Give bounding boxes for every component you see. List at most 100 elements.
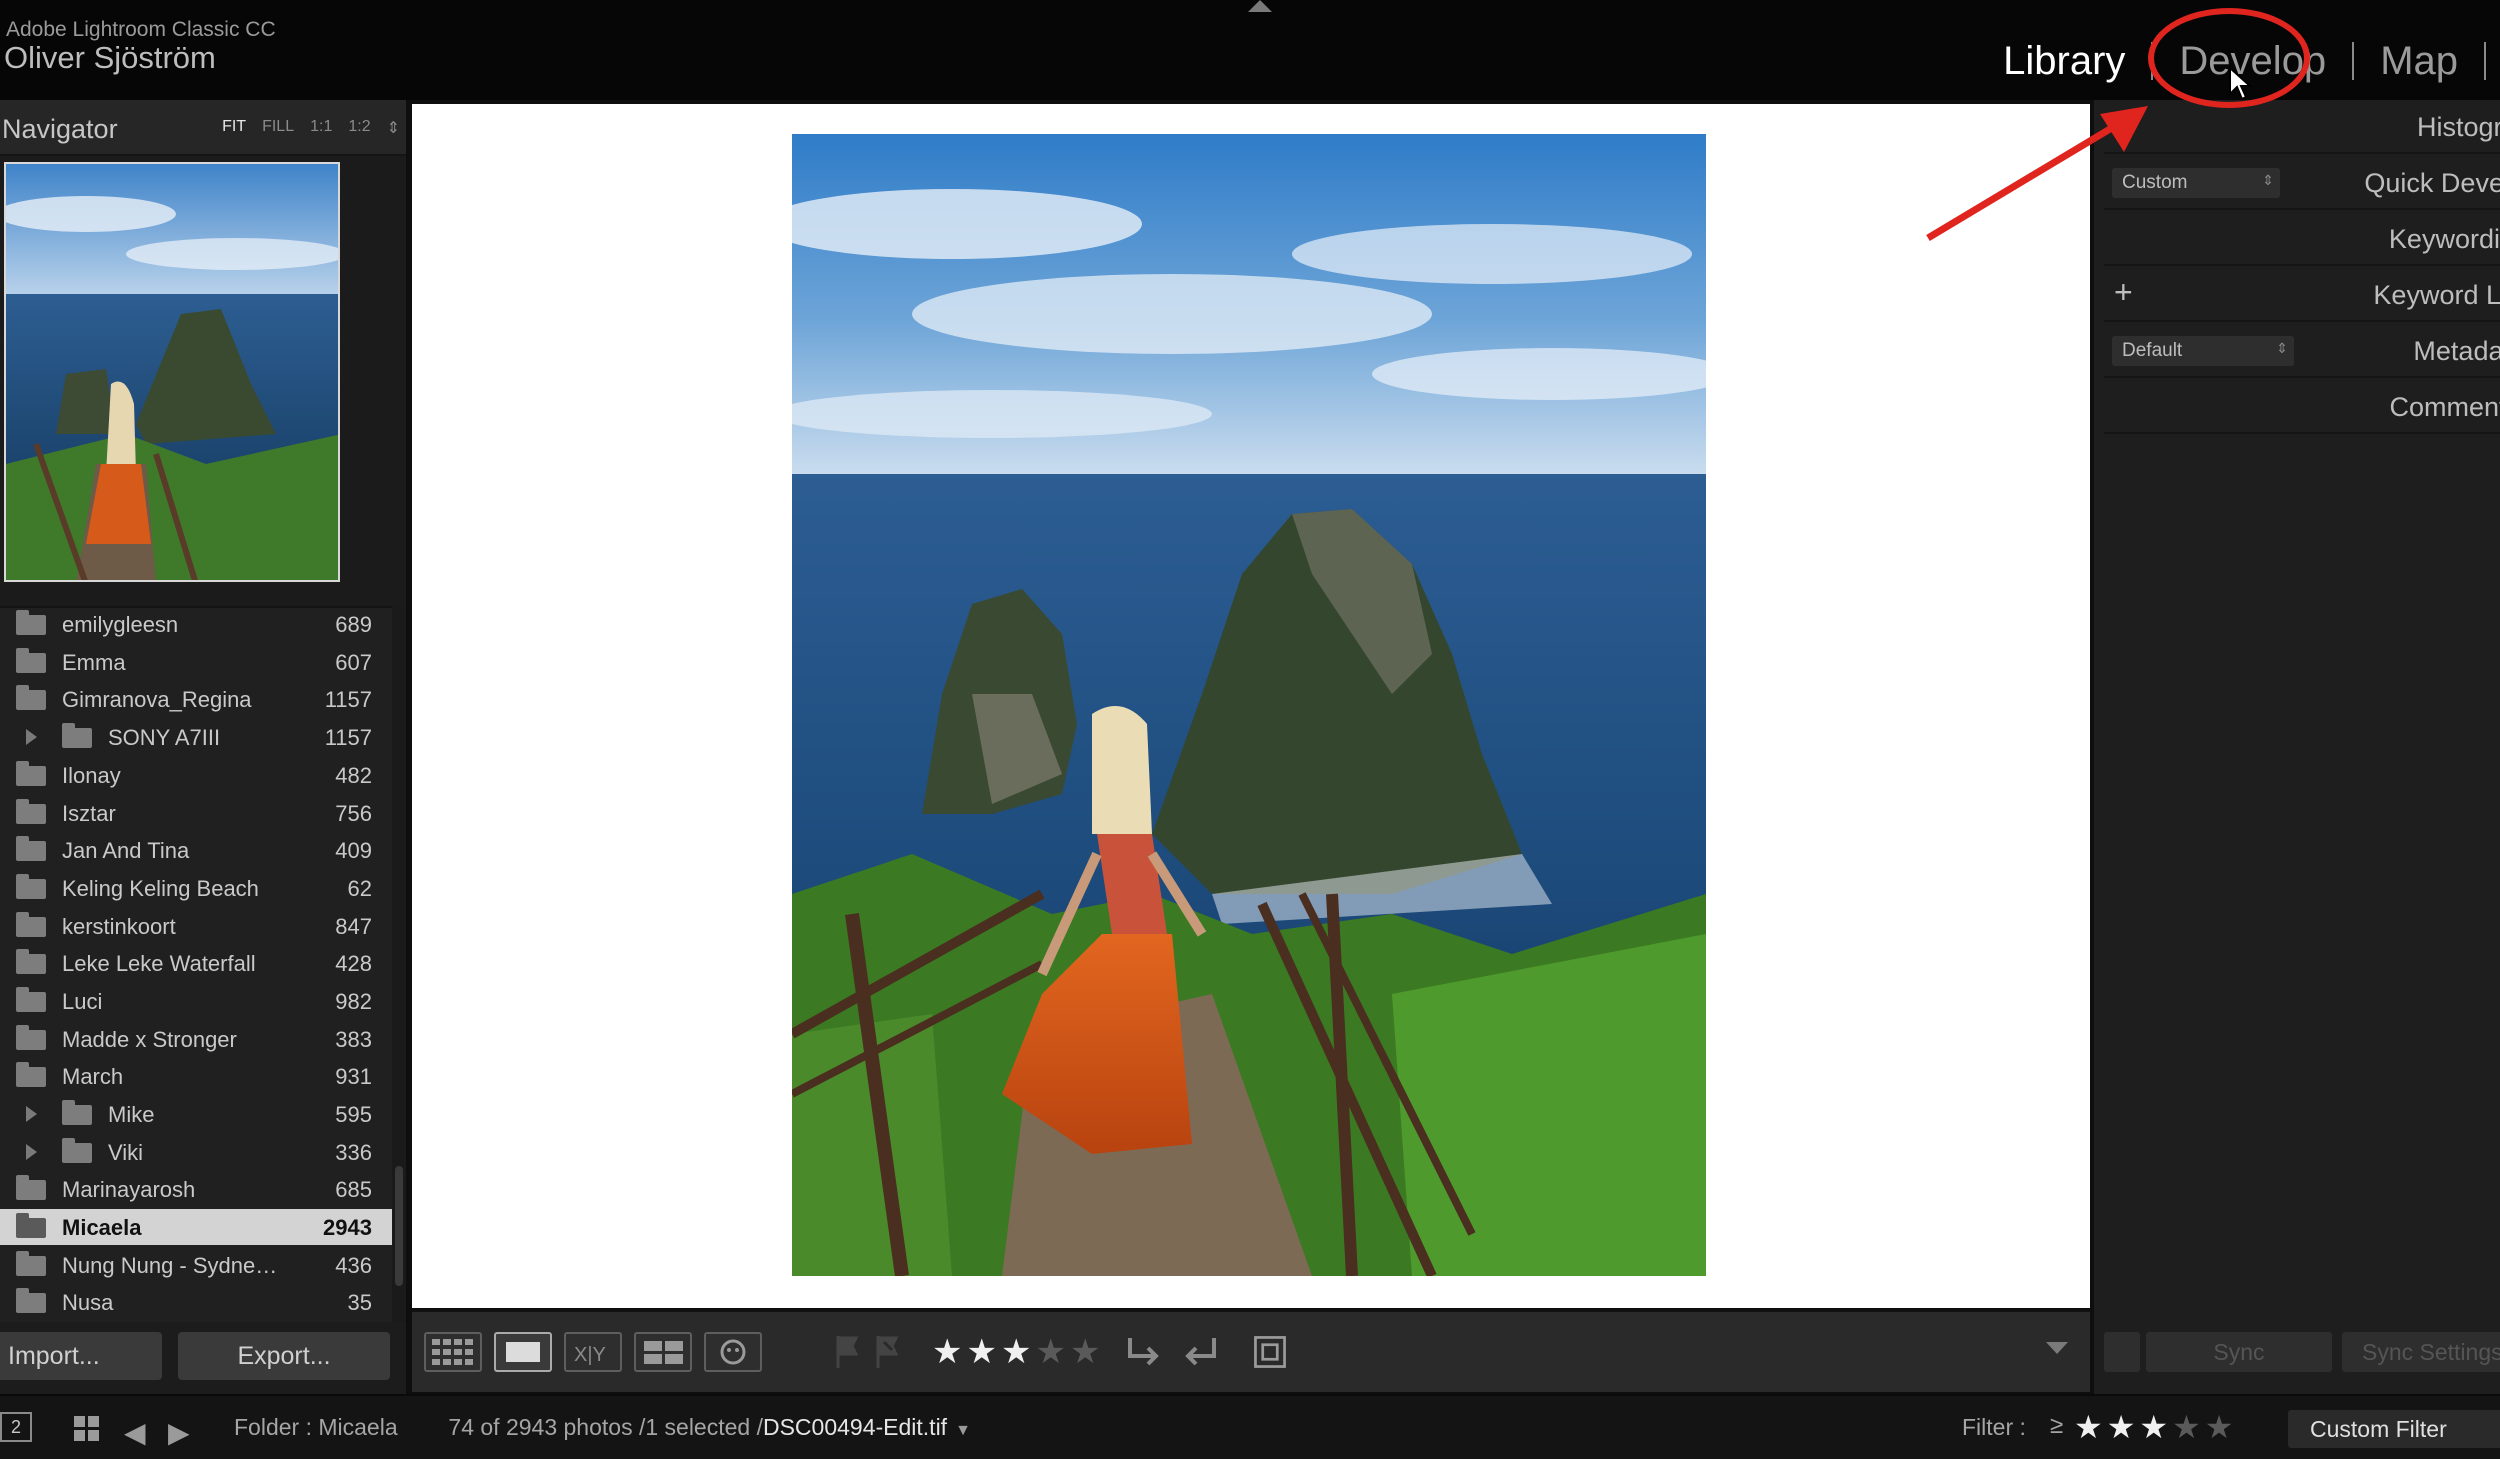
- zoom-fill[interactable]: FILL: [262, 118, 294, 138]
- folder-row[interactable]: kerstinkoort 847: [0, 908, 392, 944]
- export-button[interactable]: Export...: [178, 1332, 390, 1380]
- folder-row[interactable]: Jan And Tina 409: [0, 832, 392, 868]
- folder-row[interactable]: Emma 607: [0, 644, 392, 680]
- filter-label: Filter :: [1962, 1414, 2026, 1440]
- folder-row[interactable]: Nusa 35: [0, 1284, 392, 1320]
- folder-row[interactable]: SONY A7III 1157: [0, 719, 392, 755]
- source-dropdown-icon[interactable]: ▼: [955, 1422, 971, 1439]
- star-empty-icon[interactable]: ★: [1070, 1332, 1100, 1372]
- rating-stars[interactable]: ★ ★ ★ ★ ★: [932, 1332, 1100, 1372]
- grid-icon: [432, 1339, 473, 1365]
- app-name: Adobe Lightroom Classic CC: [6, 18, 276, 41]
- folder-count: 428: [335, 951, 372, 976]
- folder-count: 336: [335, 1140, 372, 1165]
- flag-reject-icon[interactable]: [872, 1332, 902, 1372]
- folder-row[interactable]: Luci 982: [0, 983, 392, 1019]
- folder-count: 62: [347, 876, 372, 901]
- survey-icon: [644, 1341, 683, 1364]
- compare-view-button[interactable]: X|Y: [564, 1332, 622, 1372]
- keywording-panel-header[interactable]: Keywording: [2104, 212, 2500, 266]
- star-filled-icon[interactable]: ★: [932, 1332, 962, 1372]
- star-filled-icon[interactable]: ★: [966, 1332, 996, 1372]
- auto-sync-toggle[interactable]: [2104, 1332, 2140, 1372]
- folder-count: 595: [335, 1102, 372, 1127]
- grid-view-icon[interactable]: [74, 1416, 100, 1442]
- folder-row[interactable]: Isztar 756: [0, 795, 392, 831]
- expand-arrow-icon[interactable]: [26, 729, 37, 745]
- navigator-header[interactable]: Navigator FIT FILL 1:1 1:2 ⇕: [0, 100, 406, 156]
- people-view-button[interactable]: [704, 1332, 762, 1372]
- zoom-1-1[interactable]: 1:1: [310, 118, 332, 138]
- sync-bar: Sync Sync Settings: [2094, 1310, 2500, 1394]
- add-keyword-icon[interactable]: +: [2114, 274, 2133, 311]
- zoom-stepper-icon[interactable]: ⇕: [387, 118, 400, 138]
- star-filled-icon[interactable]: ★: [2074, 1408, 2103, 1446]
- folder-count: 982: [335, 989, 372, 1014]
- loupe-view[interactable]: [412, 104, 2090, 1308]
- scrollbar-thumb[interactable]: [395, 1166, 403, 1286]
- folder-count: 409: [335, 838, 372, 863]
- folder-row[interactable]: Gimranova_Regina 1157: [0, 681, 392, 717]
- star-filled-icon[interactable]: ★: [1001, 1332, 1031, 1372]
- flag-pick-icon[interactable]: [832, 1332, 862, 1372]
- folder-row[interactable]: Mike 595: [0, 1096, 392, 1132]
- folder-row-selected[interactable]: Micaela 2943: [0, 1209, 392, 1245]
- folder-row[interactable]: Nung Nung - Sydne… 436: [0, 1247, 392, 1283]
- folder-count: 931: [335, 1064, 372, 1089]
- metadata-preset-select[interactable]: Default: [2112, 336, 2294, 366]
- folder-row[interactable]: Viki 336: [0, 1134, 392, 1170]
- rotate-left-icon[interactable]: [1122, 1332, 1166, 1372]
- sync-settings-button[interactable]: Sync Settings: [2342, 1332, 2500, 1372]
- grid-view-button[interactable]: [424, 1332, 482, 1372]
- collapse-top-panel-icon[interactable]: [1248, 0, 1272, 12]
- comments-panel-header[interactable]: Comments: [2104, 380, 2500, 434]
- navigator-preview[interactable]: [4, 162, 340, 582]
- star-empty-icon[interactable]: ★: [1035, 1332, 1065, 1372]
- module-library[interactable]: Library: [1977, 39, 2151, 84]
- star-empty-icon[interactable]: ★: [2205, 1408, 2234, 1446]
- zoom-1-2[interactable]: 1:2: [348, 118, 370, 138]
- filmstrip-source[interactable]: Folder : Micaela 74 of 2943 photos /1 se…: [234, 1414, 971, 1441]
- rotate-right-icon[interactable]: [1178, 1332, 1222, 1372]
- back-arrow-icon[interactable]: ◀: [124, 1416, 146, 1449]
- metadata-panel-header[interactable]: Default Metadata: [2104, 324, 2500, 378]
- folder-row[interactable]: Leke Leke Waterfall 428: [0, 945, 392, 981]
- module-map[interactable]: Map: [2354, 39, 2484, 84]
- folder-source-label: Folder : Micaela: [234, 1414, 398, 1440]
- folder-icon: [16, 1213, 46, 1238]
- expand-arrow-icon[interactable]: [26, 1106, 37, 1122]
- filter-rating-stars[interactable]: ★ ★ ★ ★ ★: [2074, 1408, 2233, 1446]
- folder-row[interactable]: Ilonay 482: [0, 757, 392, 793]
- folder-row[interactable]: March 931: [0, 1058, 392, 1094]
- folder-row[interactable]: Madde x Stronger 383: [0, 1021, 392, 1057]
- sync-button[interactable]: Sync: [2146, 1332, 2332, 1372]
- loupe-view-button[interactable]: [494, 1332, 552, 1372]
- star-empty-icon[interactable]: ★: [2172, 1408, 2201, 1446]
- star-filled-icon[interactable]: ★: [2139, 1408, 2168, 1446]
- identity-plate: Oliver Sjöström: [4, 40, 216, 75]
- folder-name: Nusa: [62, 1290, 114, 1315]
- star-filled-icon[interactable]: ★: [2107, 1408, 2136, 1446]
- survey-view-button[interactable]: [634, 1332, 692, 1372]
- folder-row[interactable]: Marinayarosh 685: [0, 1171, 392, 1207]
- import-button[interactable]: Import...: [0, 1332, 162, 1380]
- filter-operator[interactable]: ≥: [2050, 1412, 2063, 1440]
- forward-arrow-icon[interactable]: ▶: [168, 1416, 190, 1449]
- expand-arrow-icon[interactable]: [26, 1144, 37, 1160]
- keyword-list-panel-header[interactable]: + Keyword List: [2104, 268, 2500, 322]
- custom-filter-select[interactable]: Custom Filter: [2288, 1410, 2500, 1448]
- main-photo[interactable]: [792, 134, 1706, 1276]
- folder-count: 847: [335, 914, 372, 939]
- crop-overlay-icon[interactable]: [1248, 1332, 1292, 1372]
- quick-develop-panel-header[interactable]: Custom Quick Develop: [2104, 156, 2500, 210]
- folders-scrollbar[interactable]: [392, 606, 406, 1326]
- folder-name: Jan And Tina: [62, 838, 190, 863]
- folder-row[interactable]: Keling Keling Beach 62: [0, 870, 392, 906]
- histogram-panel-header[interactable]: Histogram: [2104, 100, 2500, 154]
- folder-name: Marinayarosh: [62, 1177, 196, 1202]
- secondary-display-button[interactable]: 2: [0, 1412, 32, 1442]
- zoom-fit[interactable]: FIT: [222, 118, 246, 138]
- folder-row[interactable]: emilygleesn 689: [0, 608, 392, 642]
- selected-filename: DSC00494-Edit.tif: [762, 1414, 948, 1440]
- toolbar-content-dropdown-icon[interactable]: [2046, 1342, 2068, 1354]
